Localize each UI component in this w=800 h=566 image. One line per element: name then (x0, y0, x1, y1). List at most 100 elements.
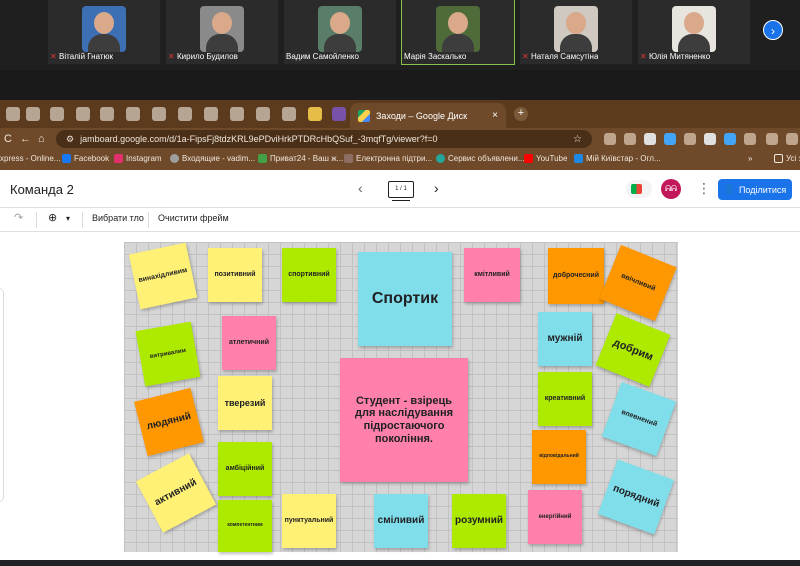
sticky-note[interactable]: позитивний (208, 248, 262, 302)
redo-icon[interactable]: ↷ (14, 211, 23, 224)
more-bookmarks-button[interactable]: » (748, 154, 752, 163)
browser-tab-bar: Заходи – Google Диск × + (0, 100, 800, 128)
tab-favicon-icon[interactable] (308, 107, 322, 121)
tab-favicon-icon[interactable] (100, 107, 114, 121)
side-panel-handle[interactable] (0, 288, 4, 502)
bookmark-label: Приват24 - Ваш ж... (270, 154, 344, 163)
sticky-note[interactable]: амбіційний (218, 442, 272, 496)
sticky-note[interactable]: мужній (538, 312, 592, 366)
clear-frame-button[interactable]: Очистити фрейм (158, 213, 229, 223)
tab-favicon-icon[interactable] (76, 107, 90, 121)
facebook-icon (62, 154, 71, 163)
sticky-note[interactable]: відповідальний (532, 430, 586, 484)
jam-board[interactable]: винахідливим позитивний спортивний Спорт… (124, 242, 678, 552)
sticky-note[interactable]: енергійний (528, 490, 582, 544)
sticky-note[interactable]: тверезий (218, 376, 272, 430)
sticky-note[interactable]: Спортик (358, 252, 452, 346)
sticky-note[interactable]: впевнений (601, 381, 677, 457)
extension-icon[interactable] (624, 133, 636, 145)
extension-icon[interactable] (664, 133, 676, 145)
zoom-icon[interactable]: ⊕ (48, 211, 57, 224)
site-info-icon[interactable]: ⚙ (66, 134, 74, 145)
bookmark-item[interactable]: Facebook (62, 154, 109, 163)
bookmark-item[interactable]: Instagram (114, 154, 162, 163)
sticky-note[interactable]: креативний (538, 372, 592, 426)
tab-favicon-icon[interactable] (178, 107, 192, 121)
sticky-note[interactable]: витривалим (135, 321, 201, 387)
frame-bar-button[interactable]: 1 / 1 (388, 181, 414, 201)
close-tab-icon[interactable]: × (492, 110, 498, 121)
more-options-icon[interactable]: ⋮ (697, 180, 711, 197)
participant-tile[interactable]: ✕ Наталя Самсутіна (520, 0, 632, 64)
sticky-note[interactable]: спортивний (282, 248, 336, 302)
extension-icon[interactable] (704, 133, 716, 145)
sticky-note[interactable]: доброчесний (548, 248, 604, 304)
mic-off-icon: ✕ (50, 52, 57, 61)
extension-icon[interactable] (684, 133, 696, 145)
participant-tile[interactable]: ✕ Віталій Гнатюк (48, 0, 160, 64)
reload-icon[interactable]: C (4, 132, 12, 146)
sticky-note[interactable]: пунктуальний (282, 494, 336, 548)
sticky-note[interactable]: добрим (595, 313, 671, 387)
google-drive-icon (358, 109, 370, 122)
toolbar-divider (148, 212, 149, 228)
sticky-note[interactable]: розумний (452, 494, 506, 548)
next-participants-button[interactable]: › (763, 20, 783, 40)
next-frame-button[interactable]: › (434, 180, 439, 196)
sticky-note[interactable]: Студент - взірець для наслідування підро… (340, 358, 468, 482)
extension-icon[interactable] (724, 133, 736, 145)
sticky-note[interactable]: активний (135, 453, 217, 533)
share-label: Поділитися (738, 184, 787, 195)
participant-name: Кирило Будилов (177, 52, 238, 61)
sticky-note[interactable]: порядний (597, 459, 675, 535)
participant-tile[interactable]: Вадим Самойленко (284, 0, 396, 64)
tab-favicon-icon[interactable] (282, 107, 296, 121)
participant-tile[interactable]: ✕ Кирило Будилов (166, 0, 278, 64)
bookmark-item[interactable]: YouTube (524, 154, 567, 163)
avatar[interactable]: ᕱᕱ (661, 179, 681, 199)
active-tab[interactable]: Заходи – Google Диск × (350, 103, 506, 128)
tab-favicon-icon[interactable] (230, 107, 244, 121)
set-background-button[interactable]: Вибрати тло (92, 213, 144, 223)
bookmark-item[interactable]: xpress - Online... (0, 154, 60, 163)
extension-icon[interactable] (644, 133, 656, 145)
jam-title[interactable]: Команда 2 (10, 182, 74, 197)
bookmark-item[interactable]: Сервис объявлени... (436, 154, 524, 163)
extension-icon[interactable] (604, 133, 616, 145)
new-tab-button[interactable]: + (514, 107, 528, 121)
sticky-note[interactable]: сміливий (374, 494, 428, 548)
bookmark-item[interactable]: Електронна підтри... (344, 154, 432, 163)
extension-icon[interactable] (766, 133, 778, 145)
back-icon[interactable]: ← (20, 132, 31, 146)
bookmark-item[interactable]: Приват24 - Ваш ж... (258, 154, 343, 163)
share-button[interactable]: 👤 Поділитися (718, 179, 792, 200)
all-bookmarks-button[interactable]: Усі з (774, 154, 800, 163)
tab-favicon-icon[interactable] (152, 107, 166, 121)
extension-icon[interactable] (744, 133, 756, 145)
tab-favicon-icon[interactable] (6, 107, 20, 121)
participant-tile-active-speaker[interactable]: Марія Заскалько (401, 0, 515, 65)
tab-favicon-icon[interactable] (332, 107, 346, 121)
sticky-note[interactable]: винахідливим (128, 242, 198, 310)
tab-favicon-icon[interactable] (256, 107, 270, 121)
bookmark-item[interactable]: Мій Київстар - Огл... (574, 154, 661, 163)
sticky-note[interactable]: людяний (134, 387, 204, 457)
more-bookmarks-icon: » (748, 154, 753, 163)
sticky-note[interactable]: атлетичний (222, 316, 276, 370)
tab-favicon-icon[interactable] (126, 107, 140, 121)
previous-frame-button[interactable]: ‹ (358, 180, 363, 196)
bookmark-star-icon[interactable]: ☆ (573, 134, 582, 145)
sticky-note[interactable]: кмітливий (464, 248, 520, 302)
tab-favicon-icon[interactable] (26, 107, 40, 121)
sticky-note[interactable]: ввічливий (599, 244, 677, 322)
home-icon[interactable]: ⌂ (38, 132, 45, 146)
tab-favicon-icon[interactable] (204, 107, 218, 121)
bookmark-item[interactable]: Входящие - vadim... (170, 154, 255, 163)
url-bar[interactable]: ⚙ jamboard.google.com/d/1a-FipsFj8tdzKRL… (56, 130, 592, 148)
tab-favicon-icon[interactable] (50, 107, 64, 121)
meet-present-button[interactable] (626, 180, 652, 198)
chevron-down-icon[interactable]: ▾ (66, 214, 70, 223)
sticky-note[interactable]: компетентним (218, 500, 272, 552)
extension-icon[interactable] (786, 133, 798, 145)
participant-tile[interactable]: ✕ Юлія Митяненко (638, 0, 750, 64)
